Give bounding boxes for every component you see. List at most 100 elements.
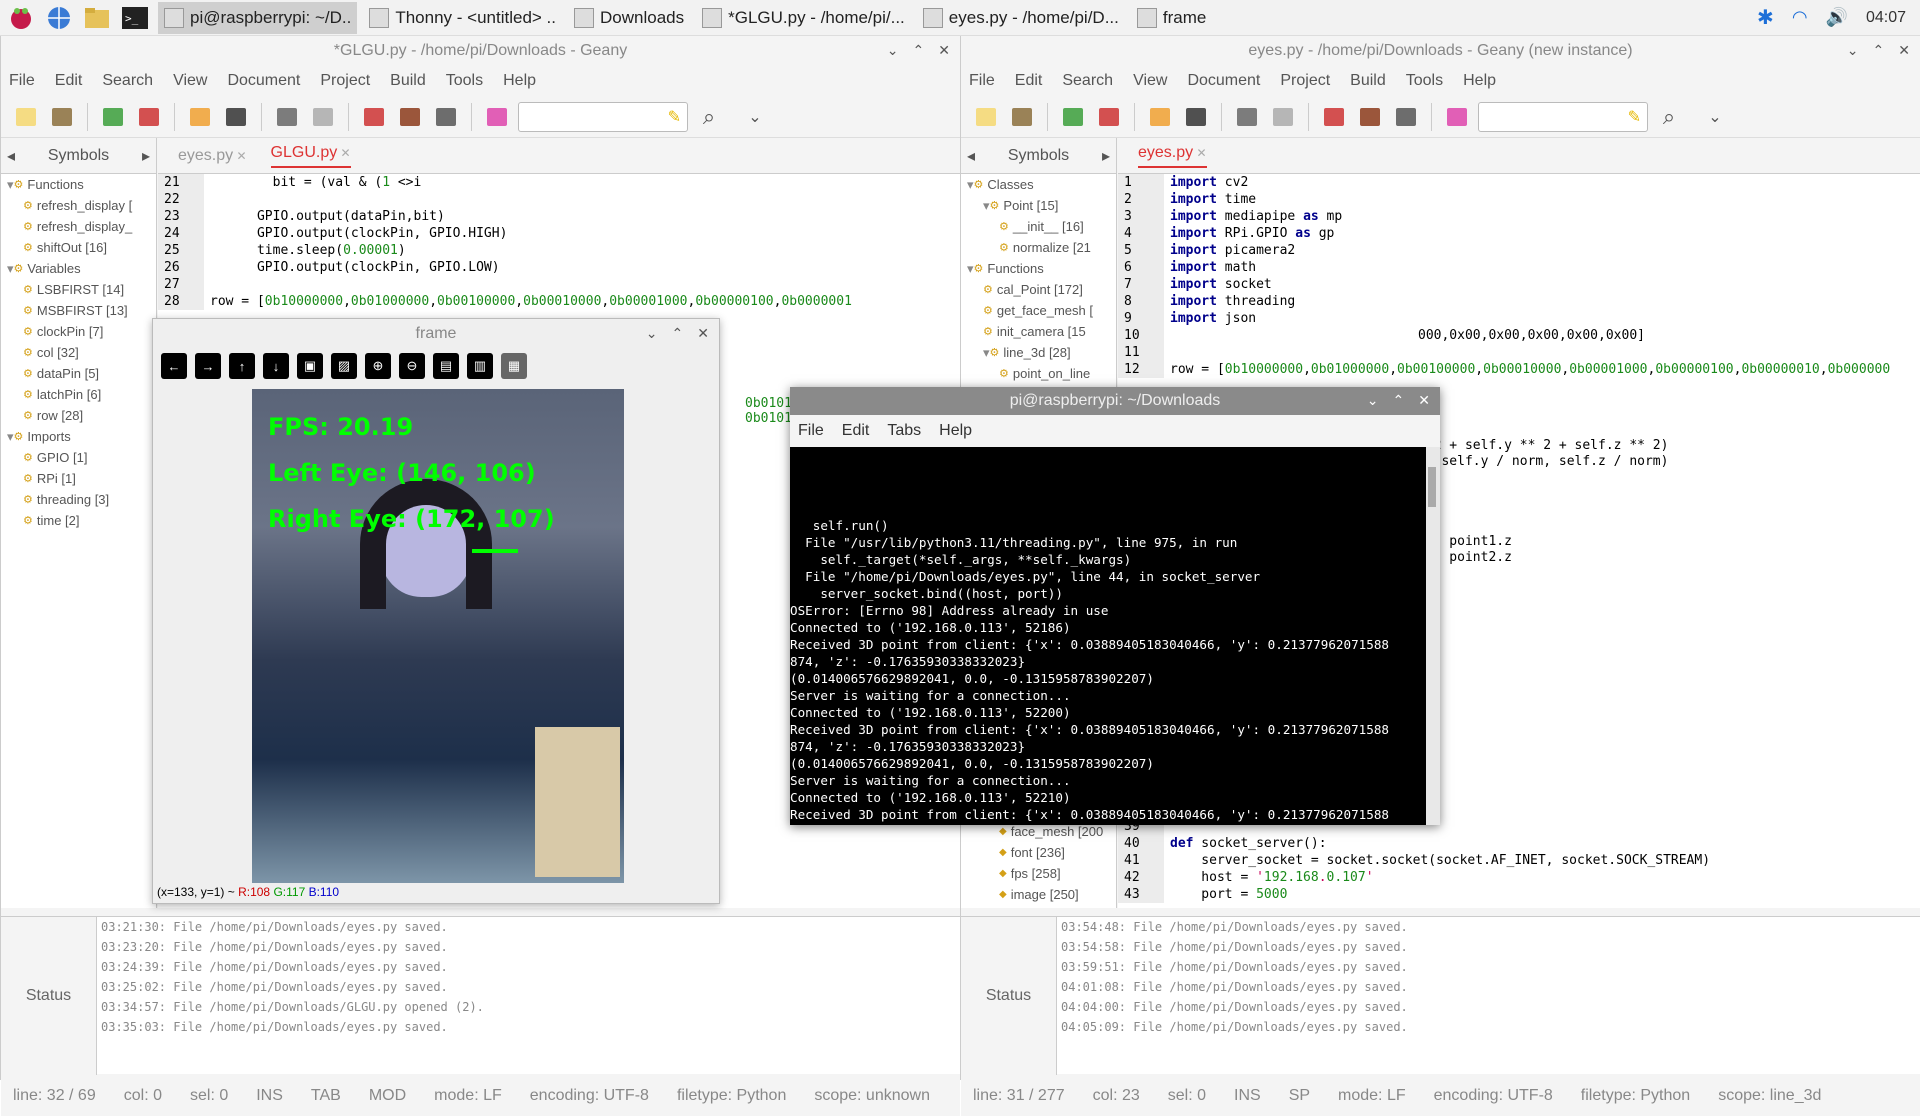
menu-help[interactable]: Help <box>1463 72 1496 90</box>
run-icon[interactable] <box>1391 102 1421 132</box>
taskbar-task[interactable]: Thonny - <untitled> .. <box>363 2 562 34</box>
menu-edit[interactable]: Edit <box>1015 72 1043 90</box>
save-icon[interactable] <box>1058 102 1088 132</box>
pan-up-icon[interactable]: ↑ <box>229 353 255 379</box>
close-file-icon[interactable] <box>1181 102 1211 132</box>
symbol-tree-item[interactable]: ⚙ cal_Point [172] <box>961 279 1116 300</box>
bluetooth-icon[interactable]: ✱ <box>1757 5 1774 30</box>
menu-edit[interactable]: Edit <box>55 72 83 90</box>
browser-icon[interactable] <box>42 2 76 34</box>
symbol-tree-item[interactable]: ▾ ⚙ line_3d [28] <box>961 342 1116 363</box>
menu-tools[interactable]: Tools <box>446 72 483 90</box>
symbol-tree-item[interactable]: ⚙ MSBFIRST [13] <box>1 300 156 321</box>
window-titlebar[interactable]: *GLGU.py - /home/pi/Downloads - Geany ⌄ ⌃ ✕ <box>1 36 960 66</box>
forward-icon[interactable] <box>308 102 338 132</box>
compile-icon[interactable] <box>359 102 389 132</box>
tab-scroll-right-icon[interactable]: ▸ <box>142 146 150 166</box>
forward-icon[interactable] <box>1268 102 1298 132</box>
compile-icon[interactable] <box>1319 102 1349 132</box>
symbol-tree-item[interactable]: ◆ image [250] <box>961 884 1103 905</box>
save-all-icon[interactable] <box>1094 102 1124 132</box>
run-icon[interactable] <box>431 102 461 132</box>
close-icon[interactable]: ✕ <box>697 325 709 342</box>
search-input[interactable]: ✎ <box>1478 101 1648 132</box>
symbol-tree-item[interactable]: ▾ ⚙ Functions <box>1 174 156 195</box>
document-tab[interactable]: eyes.py ✕ <box>178 147 247 165</box>
symbol-tree-item[interactable]: ⚙ row [28] <box>1 405 156 426</box>
save-icon[interactable] <box>98 102 128 132</box>
symbol-tree-item[interactable]: ⚙ threading [3] <box>1 489 156 510</box>
clear-icon[interactable]: ✎ <box>1628 107 1641 127</box>
build-icon[interactable] <box>395 102 425 132</box>
symbol-tree-item[interactable]: ▾ ⚙ Classes <box>961 174 1116 195</box>
symbol-tree-item[interactable]: ▾ ⚙ Functions <box>961 258 1116 279</box>
menu-tools[interactable]: Tools <box>1406 72 1443 90</box>
symbol-tree-item[interactable]: ◆ font [236] <box>961 842 1103 863</box>
clock[interactable]: 04:07 <box>1866 9 1906 27</box>
symbol-tree-item[interactable]: ⚙ refresh_display [ <box>1 195 156 216</box>
symbol-tree-item[interactable]: ⚙ clockPin [7] <box>1 321 156 342</box>
symbol-tree-item[interactable]: ⚙ refresh_display_ <box>1 216 156 237</box>
maximize-icon[interactable]: ⌃ <box>672 325 684 342</box>
menu-file[interactable]: File <box>9 72 35 90</box>
overflow-chevron-icon[interactable]: ⌄ <box>740 102 770 132</box>
terminal-output[interactable]: self.run() File "/usr/lib/python3.11/thr… <box>790 447 1426 825</box>
symbol-tree-item[interactable]: ▾ ⚙ Imports <box>1 426 156 447</box>
taskbar-task[interactable]: *GLGU.py - /home/pi/... <box>696 2 911 34</box>
tab-close-icon[interactable]: ✕ <box>1193 146 1206 160</box>
taskbar-task[interactable]: frame <box>1131 2 1212 34</box>
properties-icon[interactable]: ▦ <box>501 353 527 379</box>
symbol-tree-item[interactable]: ⚙ shiftOut [16] <box>1 237 156 258</box>
minimize-icon[interactable]: ⌄ <box>1847 42 1859 59</box>
open-file-icon[interactable] <box>1007 102 1037 132</box>
terminal-scrollbar[interactable] <box>1426 447 1440 825</box>
symbol-tree-item[interactable]: ⚙ col [32] <box>1 342 156 363</box>
menu-project[interactable]: Project <box>1280 72 1330 90</box>
document-tab[interactable]: GLGU.py ✕ <box>270 144 351 168</box>
menu-project[interactable]: Project <box>320 72 370 90</box>
symbol-tree-item[interactable]: ⚙ get_face_mesh [ <box>961 300 1116 321</box>
zoom-in-icon[interactable]: ⊕ <box>365 353 391 379</box>
new-file-icon[interactable] <box>11 102 41 132</box>
menu-help[interactable]: Help <box>503 72 536 90</box>
tab-close-icon[interactable]: ✕ <box>233 149 246 163</box>
menu-view[interactable]: View <box>173 72 207 90</box>
search-icon[interactable]: ⌕ <box>1654 102 1684 132</box>
volume-icon[interactable]: 🔊 <box>1826 7 1848 28</box>
menu-search[interactable]: Search <box>1062 72 1113 90</box>
pan-left-icon[interactable]: ← <box>161 353 187 379</box>
symbol-tree-item[interactable]: ⚙ LSBFIRST [14] <box>1 279 156 300</box>
terminal-titlebar[interactable]: pi@raspberrypi: ~/Downloads ⌄ ⌃ ✕ <box>790 387 1440 415</box>
maximize-icon[interactable]: ⌃ <box>1873 42 1885 59</box>
wifi-icon[interactable]: ◠ <box>1792 7 1808 28</box>
menu-document[interactable]: Document <box>1187 72 1260 90</box>
save-image-icon[interactable]: ▤ <box>433 353 459 379</box>
overflow-chevron-icon[interactable]: ⌄ <box>1700 102 1730 132</box>
symbol-tree-item[interactable]: ▾ ⚙ Variables <box>1 258 156 279</box>
frame-titlebar[interactable]: frame ⌄ ⌃ ✕ <box>153 319 719 349</box>
search-icon[interactable]: ⌕ <box>694 102 724 132</box>
document-tab[interactable]: eyes.py ✕ <box>1138 144 1207 168</box>
window-titlebar[interactable]: eyes.py - /home/pi/Downloads - Geany (ne… <box>961 36 1920 66</box>
minimize-icon[interactable]: ⌄ <box>887 42 899 59</box>
minimize-icon[interactable]: ⌄ <box>1367 392 1379 409</box>
taskbar-task[interactable]: pi@raspberrypi: ~/D.. <box>158 1 358 34</box>
open-file-icon[interactable] <box>47 102 77 132</box>
new-file-icon[interactable] <box>971 102 1001 132</box>
revert-icon[interactable] <box>185 102 215 132</box>
pan-down-icon[interactable]: ↓ <box>263 353 289 379</box>
symbol-tree-item[interactable]: ⚙ normalize [21 <box>961 237 1116 258</box>
build-icon[interactable] <box>1355 102 1385 132</box>
terminal-launcher-icon[interactable]: >_ <box>118 2 152 34</box>
menu-document[interactable]: Document <box>227 72 300 90</box>
menu-file[interactable]: File <box>969 72 995 90</box>
tab-scroll-right-icon[interactable]: ▸ <box>1102 146 1110 166</box>
menu-file[interactable]: File <box>798 422 824 440</box>
symbol-tree-item[interactable]: ⚙ time [2] <box>1 510 156 531</box>
color-chooser-icon[interactable] <box>482 102 512 132</box>
file-manager-icon[interactable] <box>80 2 114 34</box>
symbol-tree-item[interactable]: ⚙ dataPin [5] <box>1 363 156 384</box>
menu-help[interactable]: Help <box>939 422 972 440</box>
taskbar-task[interactable]: Downloads <box>568 2 690 34</box>
symbol-tree-item[interactable]: ⚙ point_on_line <box>961 363 1116 384</box>
